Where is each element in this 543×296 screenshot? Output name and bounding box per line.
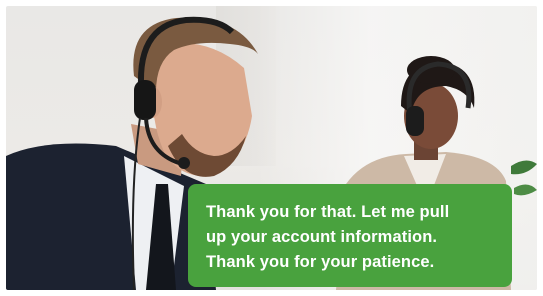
plant-leaves — [511, 160, 537, 196]
headset-earcup-icon — [134, 80, 156, 120]
video-frame: Thank you for that. Let me pull up your … — [6, 6, 537, 290]
caption-line-2: up your account information. — [206, 228, 438, 246]
caption-line-1: Thank you for that. Let me pull — [206, 203, 450, 221]
caption-line-3: Thank you for your patience. — [206, 253, 435, 271]
subtitle-caption: Thank you for that. Let me pull up your … — [188, 184, 512, 287]
headset-earcup-icon — [406, 106, 424, 136]
